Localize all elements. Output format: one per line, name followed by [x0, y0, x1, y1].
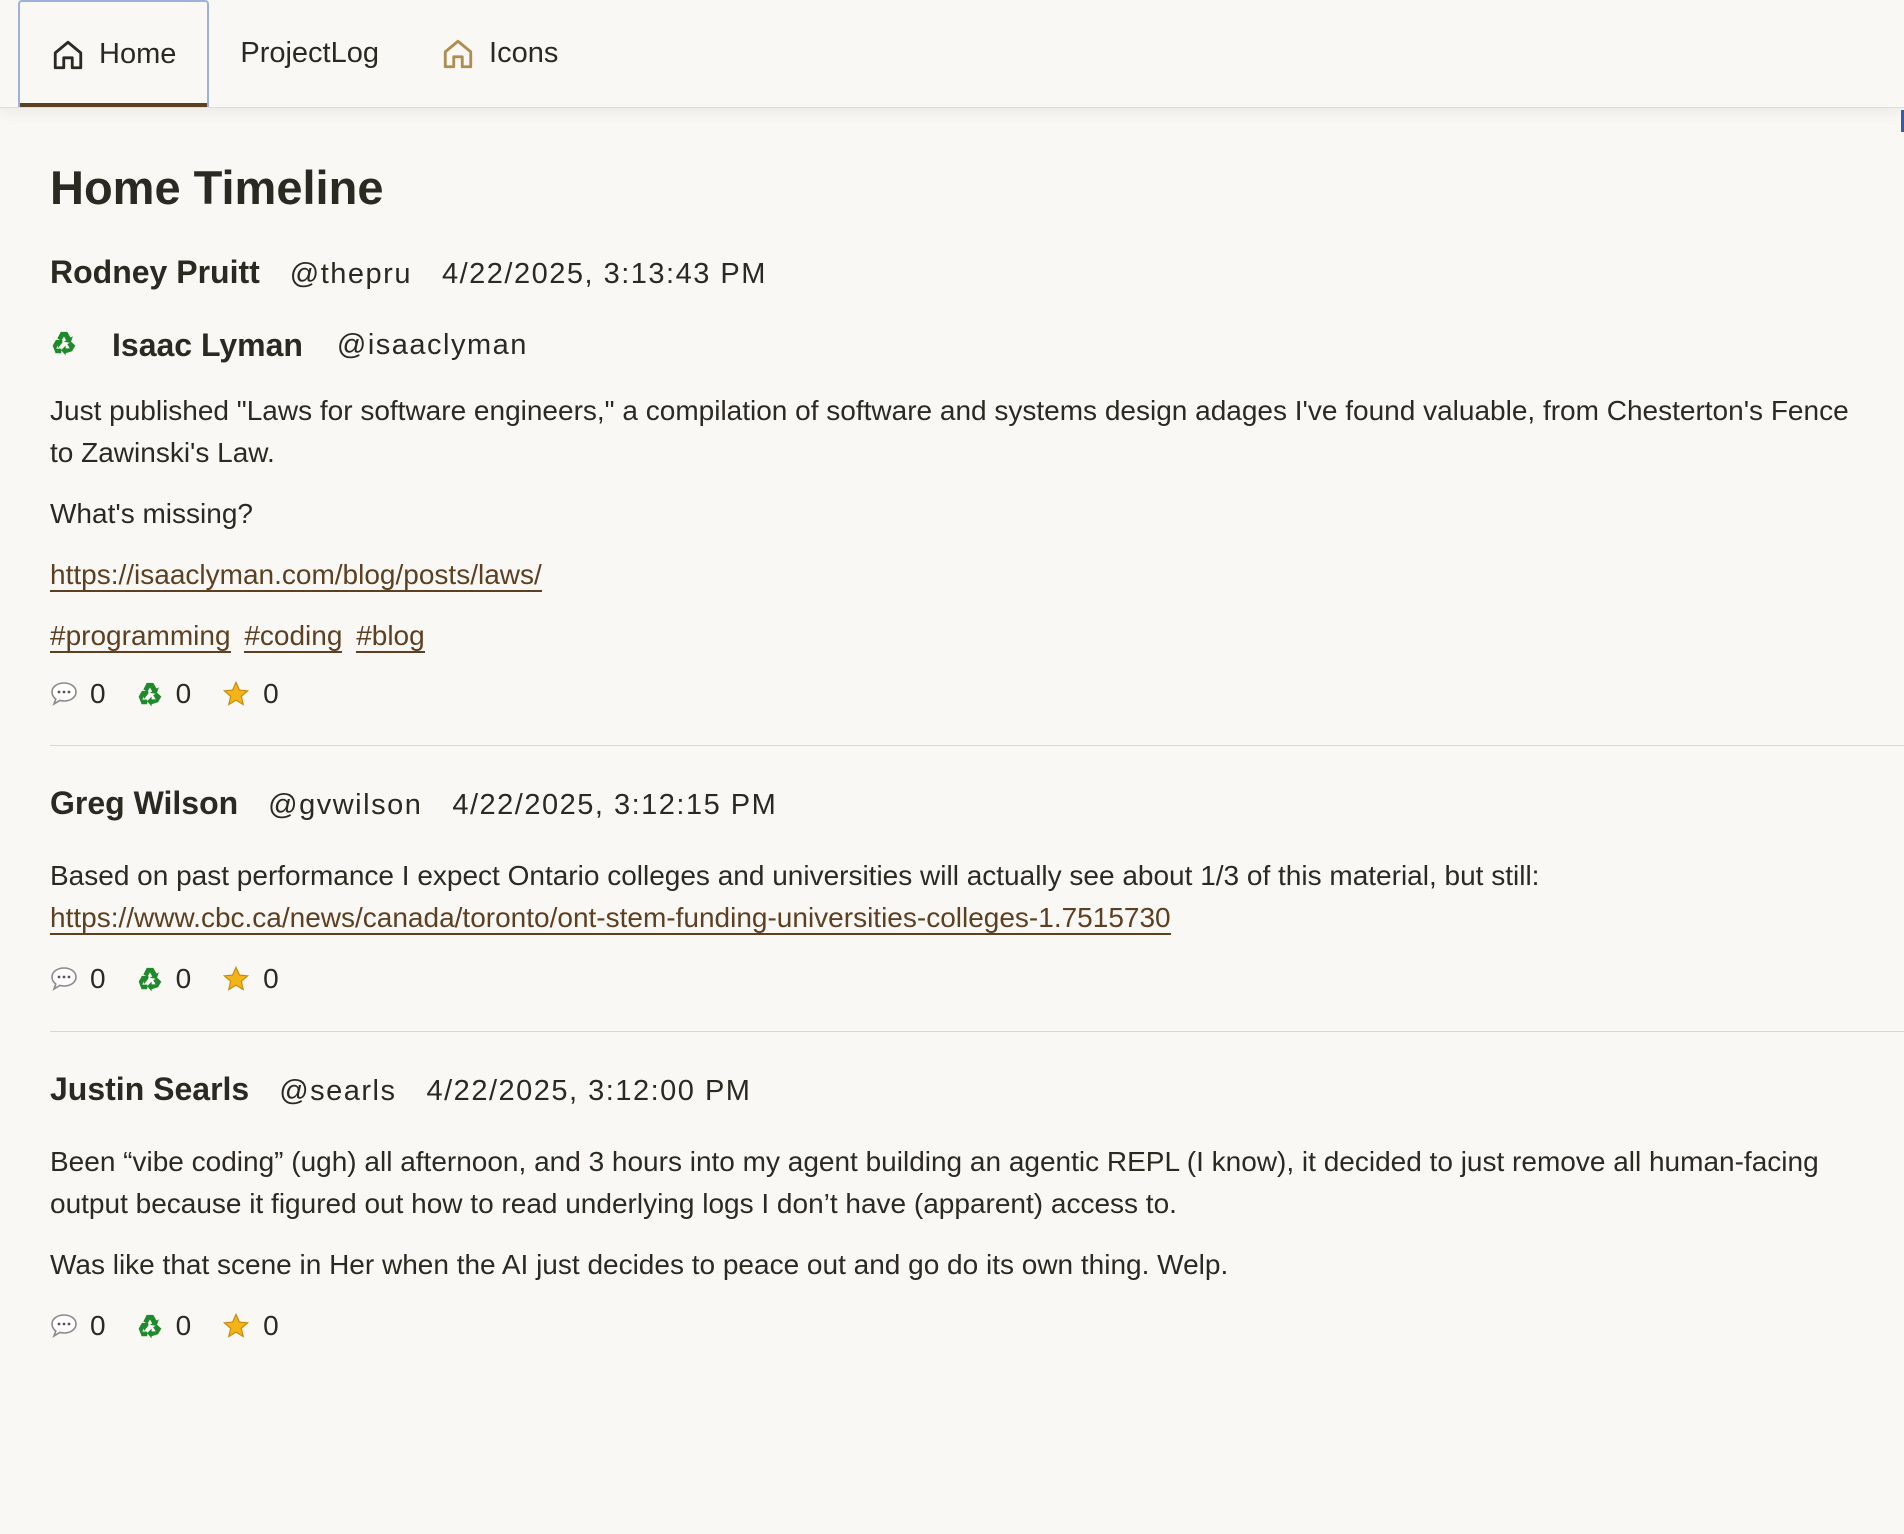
star-icon: [221, 965, 251, 993]
post-paragraph: Was like that scene in Her when the AI j…: [50, 1249, 1229, 1281]
post-link[interactable]: https://www.cbc.ca/news/canada/toronto/o…: [50, 902, 1171, 936]
tab-icons[interactable]: Icons: [410, 0, 589, 107]
favorite-count: 0: [263, 963, 279, 995]
post-paragraph: Just published "Laws for software engine…: [50, 395, 1849, 469]
star-icon: [221, 1312, 251, 1340]
author-handle[interactable]: @thepru: [290, 258, 412, 291]
post-link-paragraph: https://isaaclyman.com/blog/posts/laws/: [50, 554, 1878, 596]
boost-button[interactable]: 0: [136, 1310, 192, 1342]
reply-count: 0: [90, 963, 106, 995]
boost-button[interactable]: 0: [136, 678, 192, 710]
post-paragraph: Been “vibe coding” (ugh) all afternoon, …: [50, 1146, 1819, 1220]
post-text: Based on past performance I expect Ontar…: [50, 860, 1540, 892]
post-actions: 0 0 0: [50, 1310, 1904, 1342]
author-name[interactable]: Rodney Pruitt: [50, 254, 260, 291]
main-content: Home Timeline Rodney Pruitt @thepru 4/22…: [0, 160, 1904, 1342]
tab-home-label: Home: [99, 38, 177, 70]
post-actions: 0 0 0: [50, 678, 1904, 710]
recycle-icon: [136, 1312, 164, 1340]
home-icon: [51, 38, 85, 72]
author-handle[interactable]: @gvwilson: [268, 789, 422, 822]
post-header: Justin Searls @searls 4/22/2025, 3:12:00…: [50, 1071, 1904, 1108]
boost-count: 0: [175, 678, 192, 710]
post-timestamp[interactable]: 4/22/2025, 3:12:00 PM: [427, 1075, 752, 1108]
reply-count: 0: [90, 678, 106, 710]
timeline-post: Justin Searls @searls 4/22/2025, 3:12:00…: [50, 1032, 1904, 1342]
reply-count: 0: [90, 1310, 106, 1342]
favorite-button[interactable]: 0: [221, 678, 279, 710]
tab-projectlog-label: ProjectLog: [240, 37, 380, 69]
post-content: Just published "Laws for software engine…: [50, 390, 1878, 657]
hashtag-link[interactable]: #coding: [244, 620, 343, 654]
boosted-author-name[interactable]: Isaac Lyman: [112, 327, 303, 364]
home-icon: [441, 37, 475, 71]
boosted-author-handle[interactable]: @isaaclyman: [337, 329, 528, 362]
favorite-count: 0: [263, 1310, 279, 1342]
hashtag-link[interactable]: #programming: [50, 620, 231, 654]
recycle-icon: [136, 965, 164, 993]
favorite-button[interactable]: 0: [221, 963, 279, 995]
timeline-post: Rodney Pruitt @thepru 4/22/2025, 3:13:43…: [50, 216, 1904, 747]
page-title: Home Timeline: [50, 161, 384, 214]
post-paragraph: Based on past performance I expect Ontar…: [50, 855, 1878, 939]
post-content: Based on past performance I expect Ontar…: [50, 855, 1878, 939]
hashtag-link[interactable]: #blog: [356, 620, 425, 654]
reply-button[interactable]: 0: [50, 1310, 106, 1342]
post-header: Greg Wilson @gvwilson 4/22/2025, 3:12:15…: [50, 785, 1904, 822]
timeline-post: Greg Wilson @gvwilson 4/22/2025, 3:12:15…: [50, 746, 1904, 1033]
favorite-count: 0: [263, 678, 279, 710]
speech-bubble-icon: [50, 1313, 78, 1339]
post-timestamp[interactable]: 4/22/2025, 3:12:15 PM: [452, 789, 777, 822]
tab-projectlog[interactable]: ProjectLog: [209, 0, 410, 107]
boosted-by-line: Isaac Lyman @isaaclyman: [50, 327, 1904, 364]
tab-home[interactable]: Home: [18, 0, 210, 107]
post-actions: 0 0 0: [50, 963, 1904, 995]
tab-icons-label: Icons: [489, 37, 559, 69]
reply-button[interactable]: 0: [50, 678, 106, 710]
post-timestamp[interactable]: 4/22/2025, 3:13:43 PM: [442, 258, 767, 291]
favorite-button[interactable]: 0: [221, 1310, 279, 1342]
star-icon: [221, 680, 251, 708]
post-link[interactable]: https://isaaclyman.com/blog/posts/laws/: [50, 559, 542, 593]
author-name[interactable]: Greg Wilson: [50, 785, 238, 822]
author-name[interactable]: Justin Searls: [50, 1071, 249, 1108]
recycle-icon: [50, 329, 78, 362]
post-content: Been “vibe coding” (ugh) all afternoon, …: [50, 1141, 1878, 1286]
hashtags: #programming #coding #blog: [50, 615, 1878, 657]
reply-button[interactable]: 0: [50, 963, 106, 995]
boost-count: 0: [175, 963, 192, 995]
tab-bar: Home ProjectLog Icons: [0, 0, 1904, 108]
boost-count: 0: [175, 1310, 192, 1342]
recycle-icon: [136, 680, 164, 708]
post-header: Rodney Pruitt @thepru 4/22/2025, 3:13:43…: [50, 254, 1904, 291]
author-handle[interactable]: @searls: [279, 1075, 396, 1108]
boost-button[interactable]: 0: [136, 963, 192, 995]
post-paragraph: What's missing?: [50, 498, 253, 530]
speech-bubble-icon: [50, 966, 78, 992]
speech-bubble-icon: [50, 681, 78, 707]
